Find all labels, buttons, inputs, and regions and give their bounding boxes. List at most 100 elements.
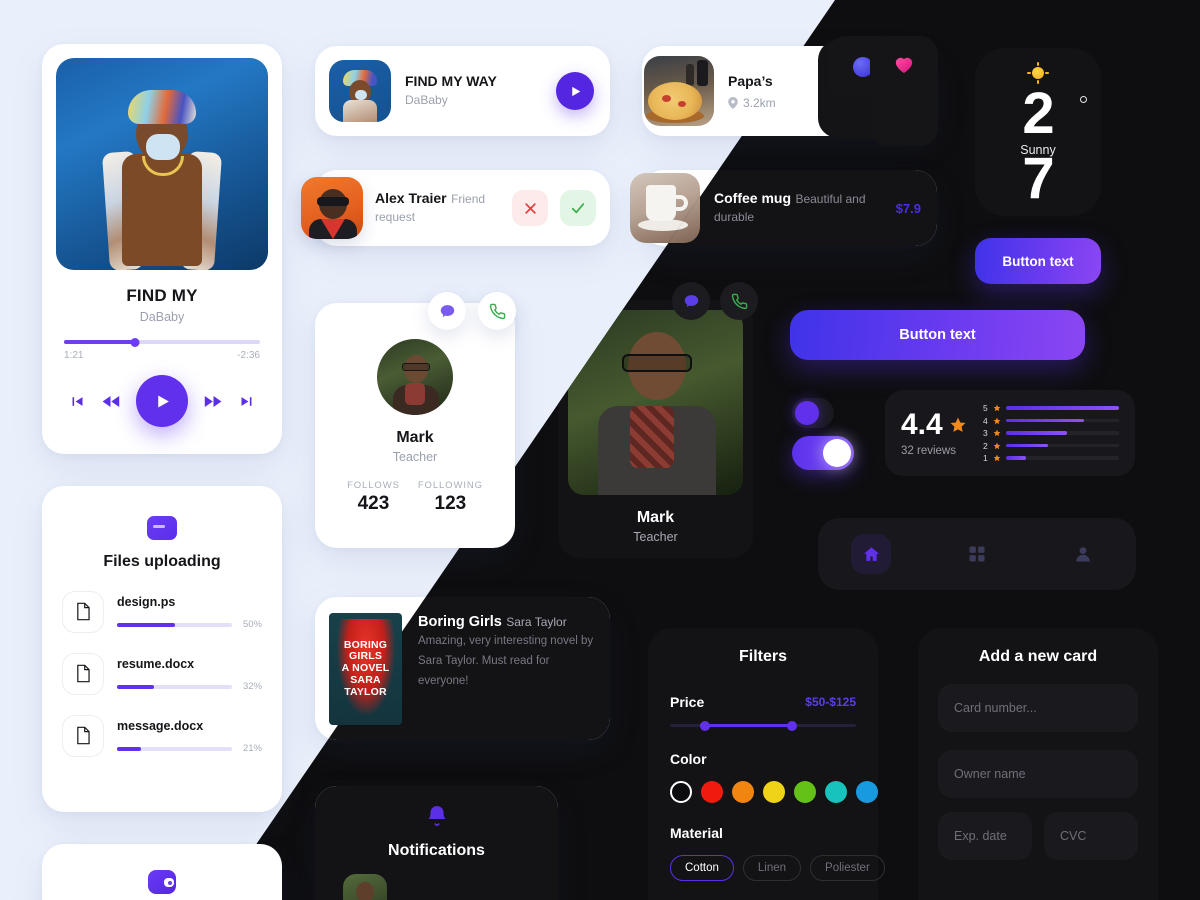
upload-percent: 32% [242, 681, 262, 693]
nav-item-profile[interactable] [1030, 545, 1136, 563]
artist-illustration [101, 82, 223, 270]
degree-icon [1080, 96, 1087, 103]
song-artist: DaBaby [405, 93, 448, 107]
remaining-time: -2:36 [237, 350, 260, 361]
expiry-date-input[interactable]: Exp. date [938, 812, 1032, 860]
rating-bar-row: 5 [981, 403, 1119, 413]
profile-action-buttons-dark [672, 282, 758, 320]
elapsed-time: 1:21 [64, 350, 84, 361]
owner-name-input[interactable]: Owner name [938, 750, 1138, 798]
color-swatch-orange[interactable] [732, 781, 754, 803]
progress-knob[interactable] [130, 337, 140, 347]
stat-label: FOLLOWS [347, 480, 400, 491]
rating-level: 3 [982, 428, 988, 438]
wallet-icon [148, 870, 176, 894]
location-pin-icon [728, 96, 738, 109]
list-item[interactable]: resume.docx 32% [62, 652, 262, 695]
material-chip-list: Cotton Linen Poliester [670, 855, 885, 881]
stat-value: 423 [357, 493, 390, 514]
decline-button[interactable] [512, 190, 548, 226]
price-max-knob[interactable] [787, 720, 798, 731]
music-player-card: FIND MY DaBaby 1:21 -2:36 [42, 44, 282, 454]
play-button[interactable] [556, 72, 594, 110]
star-icon-small [993, 454, 1001, 462]
rating-level: 5 [982, 403, 988, 413]
song-list-row[interactable]: FIND MY WAY DaBaby [315, 46, 610, 136]
rating-score: 4.4 [901, 407, 943, 441]
rating-level: 2 [982, 440, 988, 451]
avatar [301, 177, 363, 239]
skip-back-icon[interactable] [70, 394, 85, 409]
filters-panel: Filters Price $50-$125 Color Material Co… [648, 628, 885, 900]
color-swatch-teal[interactable] [825, 781, 847, 803]
price-min-knob[interactable] [699, 720, 710, 731]
profile-action-buttons [428, 292, 516, 330]
folder-icon [147, 516, 177, 540]
now-playing-artist: DaBaby [139, 310, 185, 324]
upload-percent: 50% [242, 619, 262, 631]
message-icon[interactable] [428, 292, 466, 330]
star-icon-small [993, 442, 1001, 450]
rewind-icon[interactable] [101, 392, 120, 411]
color-swatch-blue[interactable] [856, 781, 878, 803]
material-label: Material [670, 825, 723, 841]
playback-progress[interactable]: 1:21 -2:36 [64, 337, 260, 361]
filters-title: Filters [738, 648, 787, 665]
rating-level: 4 [982, 415, 988, 426]
material-chip-poliester[interactable]: Poliester [810, 855, 885, 881]
nav-item-home[interactable] [818, 534, 924, 574]
notifications-card-dark: Notifications [315, 786, 558, 900]
file-name: design.ps [117, 595, 176, 610]
price-label: Price [670, 694, 705, 710]
file-name: resume.docx [117, 657, 195, 672]
color-swatch-yellow[interactable] [763, 781, 785, 803]
profile-name: Mark [396, 429, 434, 446]
upload-progress-track [117, 684, 232, 689]
list-item[interactable]: message.docx 21% [62, 714, 262, 757]
accept-button[interactable] [560, 190, 596, 226]
star-icon-small [993, 404, 1001, 412]
book-title: Boring Girls [418, 614, 502, 630]
price-range-value: $50-$125 [805, 695, 856, 709]
primary-button-large[interactable]: Button text [790, 310, 1085, 360]
price-range-slider[interactable] [670, 720, 856, 731]
message-icon[interactable] [672, 282, 710, 320]
upload-progress-track [117, 622, 232, 627]
notifications-title: Notifications [388, 842, 485, 859]
card-number-input[interactable]: Card number... [938, 684, 1138, 732]
toggle-switch-on[interactable] [792, 436, 854, 470]
friend-name: Alex Traier [375, 190, 447, 206]
upload-percent: 21% [242, 743, 262, 755]
list-item[interactable]: design.ps 50% [62, 590, 262, 633]
color-swatch-red[interactable] [701, 781, 723, 803]
call-icon[interactable] [478, 292, 516, 330]
mini-card-heart[interactable] [870, 36, 938, 146]
material-chip-cotton[interactable]: Cotton [670, 855, 734, 881]
home-icon [862, 545, 881, 564]
toggle-switch-off[interactable] [792, 398, 834, 428]
files-card-title: Files uploading [103, 553, 221, 570]
rating-bar-row: 2 [981, 441, 1119, 451]
rating-bar-row: 1 [981, 453, 1119, 463]
progress-track[interactable] [64, 337, 260, 347]
skip-forward-icon[interactable] [239, 394, 254, 409]
play-button[interactable] [136, 375, 188, 427]
cvc-input[interactable]: CVC [1044, 812, 1138, 860]
product-name: Coffee mug [714, 190, 791, 206]
avatar [377, 339, 453, 415]
add-card-panel: Add a new card Card number... Owner name… [918, 628, 1158, 900]
fast-forward-icon[interactable] [204, 392, 223, 411]
nav-item-grid[interactable] [924, 545, 1030, 563]
upload-progress-track [117, 746, 232, 751]
material-chip-linen[interactable]: Linen [742, 855, 802, 881]
price-range-fill [699, 724, 791, 727]
color-swatch-black[interactable] [670, 781, 692, 803]
color-swatch-green[interactable] [794, 781, 816, 803]
rating-reviews-count: 32 reviews [901, 444, 956, 457]
rating-breakdown: 5 4 3 2 1 [981, 401, 1119, 466]
primary-button-small[interactable]: Button text [975, 238, 1101, 284]
stat-value: 123 [434, 493, 467, 514]
progress-fill [64, 340, 135, 344]
friend-request-row: Alex Traier Friend request [301, 170, 610, 246]
call-icon[interactable] [720, 282, 758, 320]
